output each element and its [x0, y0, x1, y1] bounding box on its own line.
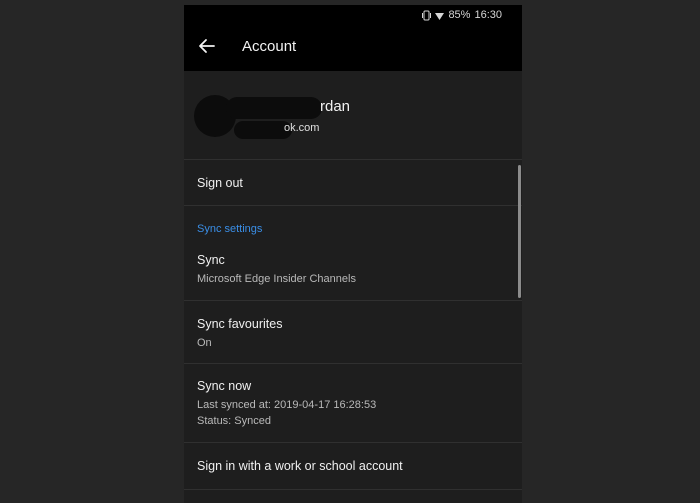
sync-favourites-title: Sync favourites: [197, 317, 283, 331]
app-bar: Account: [184, 25, 522, 71]
scrollbar[interactable]: [518, 165, 521, 298]
sync-now-title: Sync now: [197, 379, 252, 393]
status-time: 16:30: [474, 9, 502, 21]
sync-title: Sync: [197, 253, 225, 267]
account-name: rdan: [320, 98, 351, 115]
sync-favourites-status: On: [197, 337, 212, 349]
vibrate-icon: [422, 10, 432, 20]
last-synced-text: Last synced at: 2019-04-17 16:28:53: [197, 399, 377, 411]
sign-out-row[interactable]: Sign out: [184, 160, 522, 206]
sync-status-text: Status: Synced: [197, 415, 271, 427]
work-account-label: Sign in with a work or school account: [197, 459, 403, 473]
sync-row[interactable]: Sync Microsoft Edge Insider Channels: [184, 241, 522, 301]
sync-now-row[interactable]: Sync now Last synced at: 2019-04-17 16:2…: [184, 364, 522, 443]
back-arrow-icon[interactable]: [198, 37, 216, 55]
redacted-name: [226, 97, 322, 119]
status-icons: 85% 16:30: [422, 9, 502, 21]
page-title: Account: [242, 38, 297, 55]
sync-settings-header: Sync settings: [197, 223, 263, 235]
sync-subtitle: Microsoft Edge Insider Channels: [197, 273, 356, 285]
battery-percent: 85%: [448, 9, 471, 21]
account-profile: rdan ok.com: [184, 71, 522, 160]
status-bar: 85% 16:30: [184, 5, 522, 25]
wifi-icon: [435, 12, 445, 20]
sync-favourites-row[interactable]: Sync favourites On: [184, 301, 522, 364]
phone-screen: 85% 16:30 Account rdan ok.com Sign out S…: [184, 5, 522, 503]
account-email: ok.com: [284, 122, 320, 134]
work-account-row[interactable]: Sign in with a work or school account: [184, 443, 522, 490]
sign-out-label: Sign out: [197, 176, 243, 190]
